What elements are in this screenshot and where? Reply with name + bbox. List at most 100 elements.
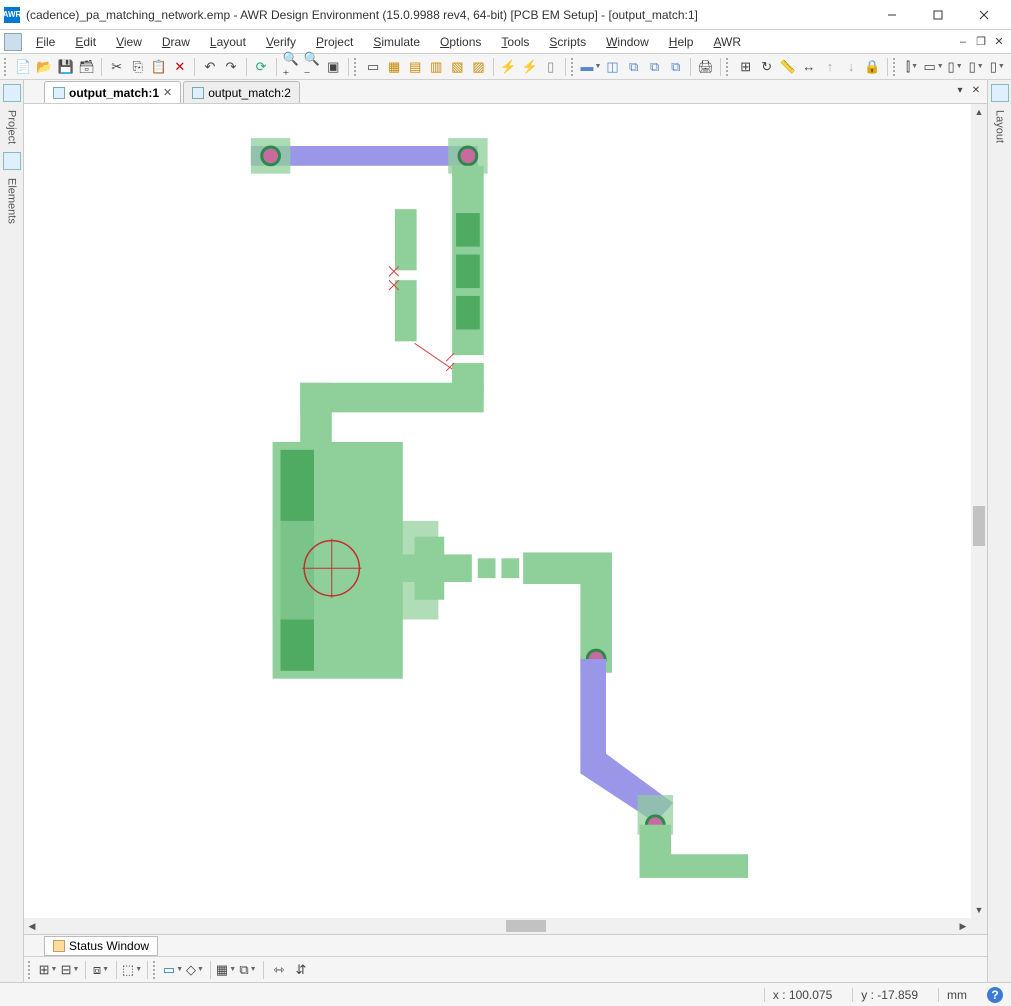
tab-close-button[interactable]: ✕: [163, 86, 172, 99]
layer-button-5[interactable]: ▯▼: [988, 57, 1007, 77]
simulate-button[interactable]: ⚡: [499, 57, 518, 77]
move-up-button[interactable]: ↑: [820, 57, 839, 77]
menu-edit[interactable]: Edit: [65, 33, 106, 51]
elements-panel-button[interactable]: [3, 152, 21, 170]
move-down-button[interactable]: ↓: [842, 57, 861, 77]
scroll-up-button[interactable]: ▲: [971, 104, 987, 120]
close-button[interactable]: [961, 0, 1007, 30]
mdi-minimize-button[interactable]: –: [955, 35, 971, 49]
toolbar-grip-1[interactable]: [4, 58, 9, 76]
project-panel-button[interactable]: [3, 84, 21, 102]
rotate-button[interactable]: ↻: [757, 57, 776, 77]
elements-panel-label[interactable]: Elements: [6, 174, 18, 228]
help-button[interactable]: ?: [987, 987, 1003, 1003]
tab-output-match-2[interactable]: output_match:2: [183, 81, 300, 103]
cut-button[interactable]: ✂: [107, 57, 126, 77]
horizontal-scrollbar[interactable]: ◀ ▶: [24, 918, 971, 934]
analyze-button[interactable]: ▯: [541, 57, 560, 77]
menu-scripts[interactable]: Scripts: [539, 33, 596, 51]
panel-button-5[interactable]: ⧉: [666, 57, 685, 77]
grid-button[interactable]: ⊞▼: [38, 960, 58, 980]
toolbar-grip-4[interactable]: [726, 58, 731, 76]
open-button[interactable]: 📂: [35, 57, 54, 77]
print-button[interactable]: 🖨: [696, 57, 715, 77]
paste-button[interactable]: 📋: [149, 57, 168, 77]
hierarchy-button[interactable]: ⬚▼: [122, 960, 142, 980]
save-all-button[interactable]: 🗃: [77, 57, 96, 77]
menu-draw[interactable]: Draw: [152, 33, 200, 51]
tile-button-5[interactable]: ▨: [469, 57, 488, 77]
layout-canvas[interactable]: [24, 104, 971, 918]
mdi-close-button[interactable]: ✕: [991, 35, 1007, 49]
zoom-in-button[interactable]: 🔍⁺: [282, 57, 301, 77]
menu-help[interactable]: Help: [659, 33, 704, 51]
menu-awr[interactable]: AWR: [703, 33, 751, 51]
layout-panel-button[interactable]: [991, 84, 1009, 102]
new-button[interactable]: 📄: [14, 57, 33, 77]
tile-button-3[interactable]: ▥: [427, 57, 446, 77]
scroll-down-button[interactable]: ▼: [971, 902, 987, 918]
tune-button[interactable]: ⚡: [520, 57, 539, 77]
scroll-right-button[interactable]: ▶: [955, 918, 971, 934]
toolbar-grip-2[interactable]: [354, 58, 359, 76]
menu-view[interactable]: View: [106, 33, 152, 51]
layer-button-2[interactable]: ▭▼: [924, 57, 944, 77]
maximize-button[interactable]: [915, 0, 961, 30]
group-button[interactable]: ⧈▼: [91, 960, 111, 980]
undo-button[interactable]: ↶: [200, 57, 219, 77]
snap-button[interactable]: ⊟▼: [60, 960, 80, 980]
tab-output-match-1[interactable]: output_match:1 ✕: [44, 81, 181, 103]
layer-button-3[interactable]: ▯▼: [946, 57, 965, 77]
copy-shape-button[interactable]: ⧉▼: [238, 960, 258, 980]
shape-poly-button[interactable]: ◇▼: [185, 960, 205, 980]
minimize-button[interactable]: [869, 0, 915, 30]
toolbar2-grip-1[interactable]: [28, 961, 33, 979]
panel-button-4[interactable]: ⧉: [645, 57, 664, 77]
layer-button-1[interactable]: ⫿▼: [902, 57, 921, 77]
toolbar-grip-3[interactable]: [571, 58, 576, 76]
redo-button[interactable]: ↷: [221, 57, 240, 77]
mdi-restore-button[interactable]: ❐: [973, 35, 989, 49]
zoom-out-button[interactable]: 🔍⁻: [303, 57, 322, 77]
menu-file[interactable]: File: [26, 33, 65, 51]
tile-button-2[interactable]: ▤: [406, 57, 425, 77]
layout-panel-label[interactable]: Layout: [994, 106, 1006, 147]
menu-tools[interactable]: Tools: [491, 33, 539, 51]
save-button[interactable]: 💾: [56, 57, 75, 77]
shape-rect-button[interactable]: ▭▼: [163, 960, 183, 980]
status-window-tab[interactable]: Status Window: [44, 936, 158, 956]
menu-simulate[interactable]: Simulate: [363, 33, 430, 51]
hscroll-thumb[interactable]: [506, 920, 546, 932]
delete-button[interactable]: ✕: [170, 57, 189, 77]
refresh-button[interactable]: ⟳: [251, 57, 270, 77]
toolbar2-grip-2[interactable]: [153, 961, 158, 979]
scroll-left-button[interactable]: ◀: [24, 918, 40, 934]
menu-window[interactable]: Window: [596, 33, 659, 51]
menu-project[interactable]: Project: [306, 33, 363, 51]
lock-button[interactable]: 🔒: [863, 57, 882, 77]
tabrow-dropdown-button[interactable]: ▾: [953, 83, 967, 97]
layer-button-4[interactable]: ▯▼: [967, 57, 986, 77]
tile-button-4[interactable]: ▧: [448, 57, 467, 77]
panel-button-1[interactable]: ▬▼: [581, 57, 601, 77]
menu-layout[interactable]: Layout: [200, 33, 256, 51]
window-button[interactable]: ▭: [364, 57, 383, 77]
project-panel-label[interactable]: Project: [6, 106, 18, 148]
dimension-button[interactable]: ↔: [799, 57, 818, 77]
copy-button[interactable]: ⎘: [128, 57, 147, 77]
measure-button[interactable]: 📏: [778, 57, 797, 77]
tile-button-1[interactable]: ▦: [385, 57, 404, 77]
align-button[interactable]: ⊞: [736, 57, 755, 77]
toolbar-grip-5[interactable]: [893, 58, 898, 76]
select-button[interactable]: ▦▼: [216, 960, 236, 980]
menu-verify[interactable]: Verify: [256, 33, 306, 51]
panel-button-2[interactable]: ◫: [603, 57, 622, 77]
vertical-scrollbar[interactable]: ▲ ▼: [971, 104, 987, 918]
tabrow-close-button[interactable]: ✕: [969, 83, 983, 97]
vscroll-thumb[interactable]: [973, 506, 985, 546]
panel-button-3[interactable]: ⧉: [624, 57, 643, 77]
flip-h-button[interactable]: ⇿: [269, 960, 289, 980]
menu-options[interactable]: Options: [430, 33, 491, 51]
zoom-fit-button[interactable]: ▣: [324, 57, 343, 77]
flip-v-button[interactable]: ⇵: [291, 960, 311, 980]
